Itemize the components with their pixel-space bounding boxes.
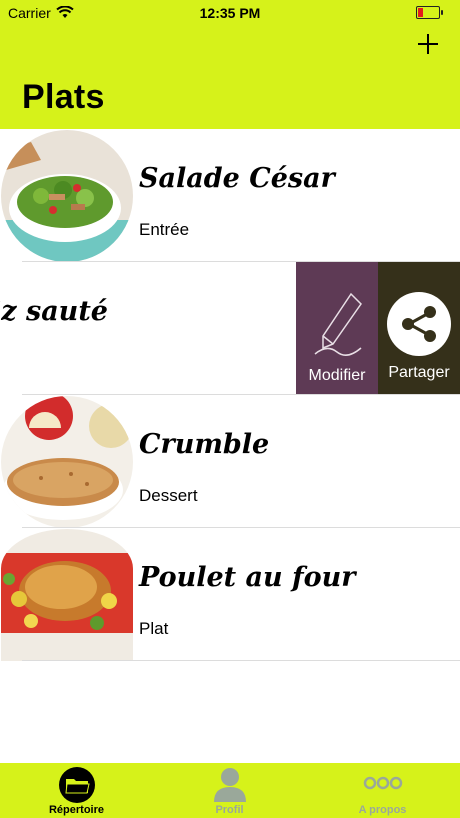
tab-label: Profil (215, 804, 244, 816)
share-icon (387, 292, 451, 356)
tab-label: A propos (358, 804, 407, 816)
more-icon (363, 775, 403, 796)
dish-category: Entrée (139, 220, 190, 239)
list-item[interactable]: Salade César Entrée (0, 129, 460, 262)
list-item[interactable]: Crumble Dessert (0, 395, 460, 528)
tab-bar: Répertoire Profil A propos (0, 763, 460, 818)
battery-icon (416, 6, 443, 19)
dish-category: Dessert (139, 486, 198, 505)
add-button[interactable] (414, 32, 442, 60)
page-title: Plats (22, 78, 105, 116)
tab-profil[interactable]: Profil (153, 763, 306, 818)
share-label: Partager (388, 364, 450, 381)
dish-name: Crumble (139, 429, 270, 460)
status-bar: Carrier 12:35 PM (0, 0, 460, 26)
plus-icon (418, 34, 438, 54)
nav-header: Carrier 12:35 PM Plats (0, 0, 460, 129)
dish-name: iz sauté (0, 296, 108, 327)
dish-photo (1, 130, 133, 262)
dish-photo (1, 529, 133, 661)
folder-icon (57, 766, 97, 809)
edit-label: Modifier (308, 367, 366, 384)
dish-name: Salade César (139, 163, 335, 194)
list-item[interactable]: iz sauté t Modifier Partager (0, 262, 460, 395)
tab-repertoire[interactable]: Répertoire (0, 763, 153, 818)
share-button[interactable]: Partager (378, 262, 460, 395)
dish-category: Plat (139, 619, 169, 638)
status-time: 12:35 PM (199, 5, 261, 21)
list-item[interactable]: Poulet au four Plat (0, 528, 460, 661)
row-divider (22, 660, 460, 661)
dish-photo (1, 396, 133, 528)
pen-icon (314, 292, 362, 356)
dish-name: Poulet au four (139, 562, 356, 593)
tab-label: Répertoire (48, 804, 105, 816)
person-icon (211, 766, 249, 807)
tab-a-propos[interactable]: A propos (306, 763, 459, 818)
edit-button[interactable]: Modifier (296, 262, 378, 395)
